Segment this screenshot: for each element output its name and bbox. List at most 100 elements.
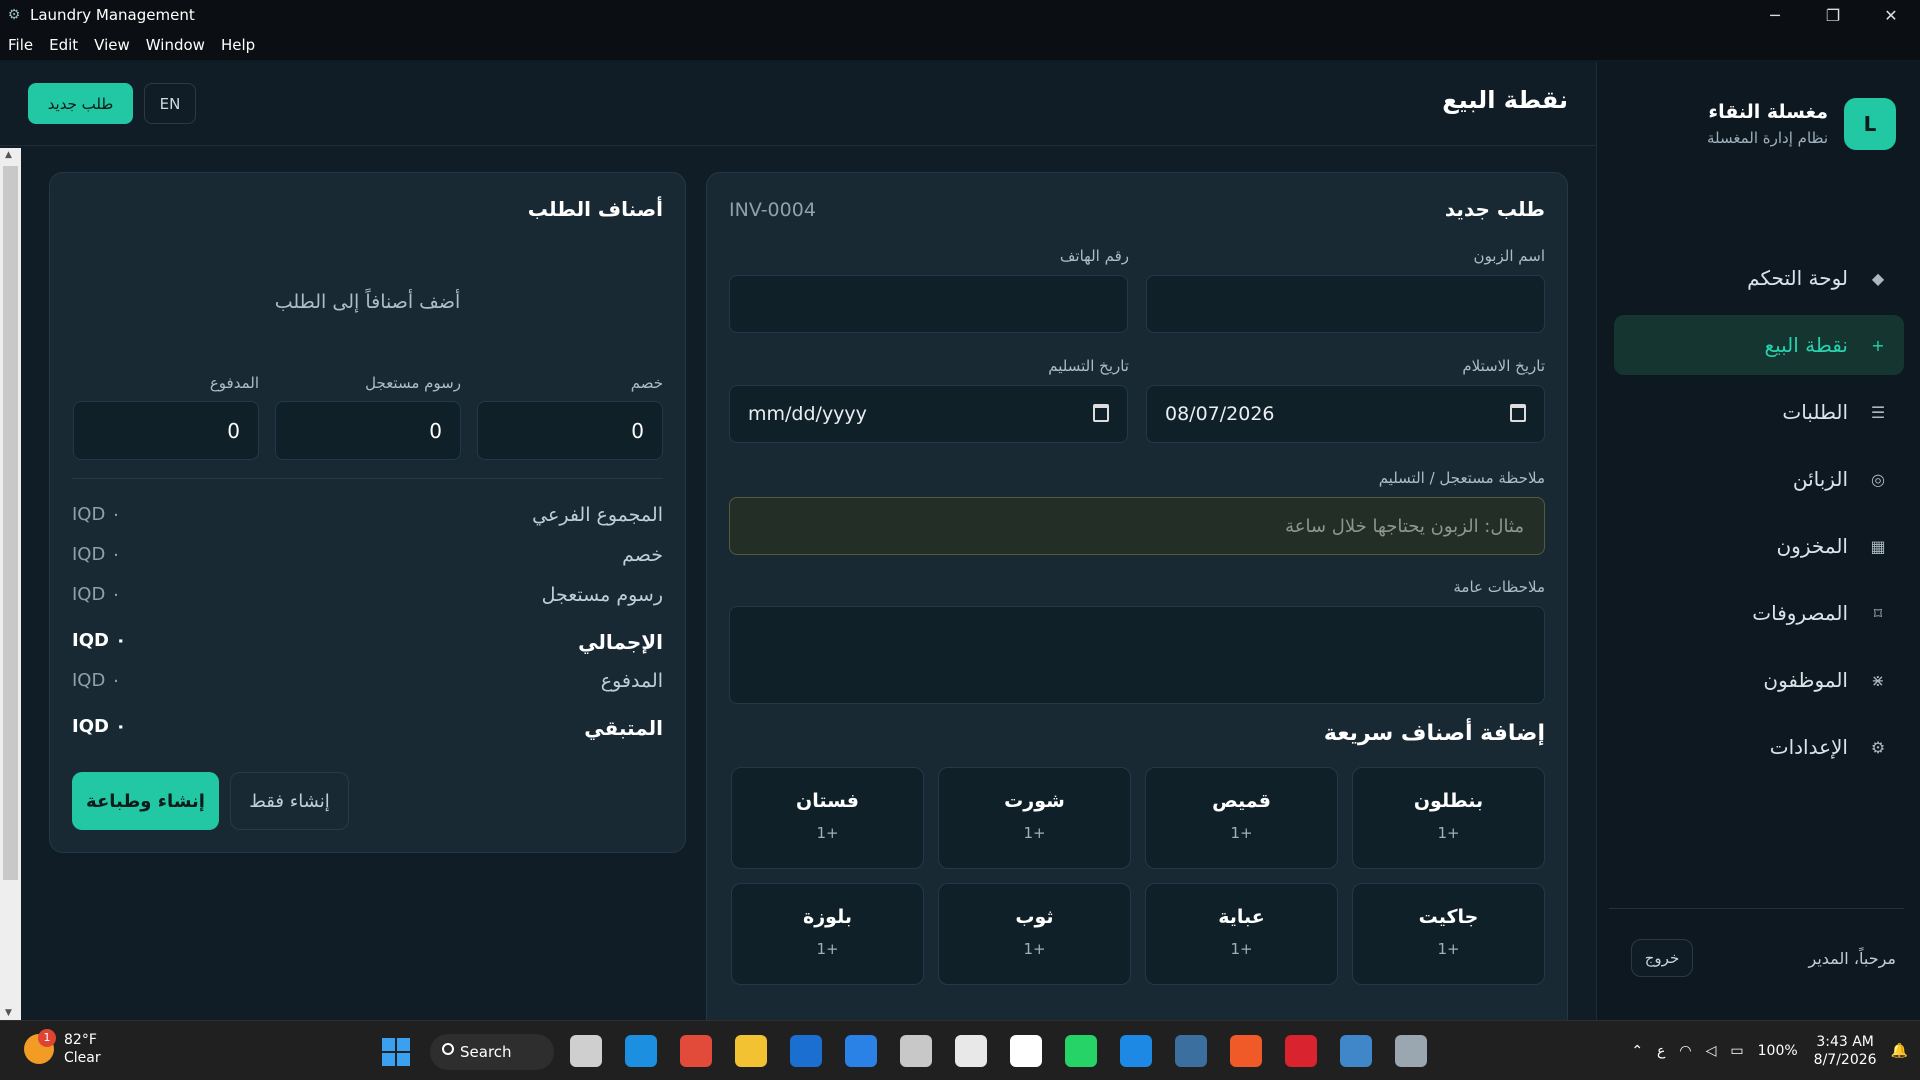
taskbar-app-icon[interactable] <box>1230 1035 1262 1067</box>
quick-item-button[interactable]: بلوزة 1+ <box>731 883 924 985</box>
taskbar-app-icon[interactable] <box>1175 1035 1207 1067</box>
sidebar-nav: ◆ لوحة التحكم + نقطة البيع ☰ الطلبات ◎ الزبائن ▦… <box>1614 248 1904 784</box>
menu-window[interactable]: Window <box>138 36 213 54</box>
create-only-button[interactable]: إنشاء فقط <box>230 772 349 830</box>
calendar-icon[interactable] <box>1510 404 1526 422</box>
received-date-input[interactable]: 08/07/2026 <box>1146 385 1545 443</box>
received-date-label: تاريخ الاستلام <box>1462 357 1545 375</box>
taskbar-app-icon[interactable] <box>955 1035 987 1067</box>
logout-button[interactable]: خروج <box>1631 939 1693 977</box>
taskbar-app-icon[interactable] <box>680 1035 712 1067</box>
chevron-up-icon[interactable]: ⌃ <box>1631 1043 1643 1059</box>
taskbar-search-label: Search <box>460 1043 512 1061</box>
taskbar-app-icon[interactable] <box>900 1035 932 1067</box>
paid-input[interactable]: 0 <box>73 401 259 460</box>
language-indicator[interactable]: ع <box>1657 1043 1665 1059</box>
quick-item-button[interactable]: فستان 1+ <box>731 767 924 869</box>
clock[interactable]: 3:43 AM 8/7/2026 <box>1814 1033 1877 1069</box>
wifi-icon[interactable]: ◠ <box>1679 1043 1691 1059</box>
battery-icon[interactable]: ▭ <box>1730 1043 1743 1059</box>
system-tray: ⌃ ع ◠ ◁ ▭ 100% 3:43 AM 8/7/2026 🔔 <box>1617 1021 1908 1080</box>
taskbar-app-icon[interactable] <box>1285 1035 1317 1067</box>
taskbar-app-icon[interactable] <box>625 1035 657 1067</box>
sidebar-item-0[interactable]: ◆ لوحة التحكم <box>1614 248 1904 308</box>
sidebar-item-2[interactable]: ☰ الطلبات <box>1614 382 1904 442</box>
restore-button[interactable]: ❐ <box>1804 0 1862 30</box>
scrollbar-thumb[interactable] <box>3 166 18 880</box>
phone-label: رقم الهاتف <box>1059 247 1129 265</box>
scroll-up-icon[interactable]: ▲ <box>5 150 12 160</box>
weather-condition: Clear <box>64 1050 101 1066</box>
taskbar-app-icon[interactable] <box>1010 1035 1042 1067</box>
quick-add-title: إضافة أصناف سريعة <box>1323 721 1545 746</box>
urgent-note-label: ملاحظة مستعجل / التسليم <box>1378 469 1545 487</box>
sidebar-item-3[interactable]: ◎ الزبائن <box>1614 449 1904 509</box>
taskbar-search[interactable]: Search <box>430 1034 554 1070</box>
language-toggle-button[interactable]: EN <box>144 83 196 124</box>
weather-widget[interactable]: 1 82°F Clear <box>24 1029 101 1067</box>
summary-label: المجموع الفرعي <box>532 504 663 526</box>
calendar-icon[interactable] <box>1093 404 1109 422</box>
sidebar-item-6[interactable]: ⋇ الموظفون <box>1614 650 1904 710</box>
taskbar-app-icon[interactable] <box>1340 1035 1372 1067</box>
taskbar-app-icon[interactable] <box>570 1035 602 1067</box>
delivery-date-input[interactable]: mm/dd/yyyy <box>729 385 1128 443</box>
welcome-text: مرحباً، المدير <box>1808 949 1897 968</box>
employees-icon: ⋇ <box>1871 670 1885 690</box>
quick-item-button[interactable]: جاكيت 1+ <box>1352 883 1545 985</box>
taskbar-app-icon[interactable] <box>845 1035 877 1067</box>
settings-icon: ⚙ <box>1870 737 1886 757</box>
summary-value: IQD ٠ <box>72 504 121 525</box>
create-and-print-button[interactable]: إنشاء وطباعة <box>72 772 219 830</box>
notification-bell-icon[interactable]: 🔔 <box>1891 1043 1908 1059</box>
plus-icon: + <box>1871 335 1885 355</box>
discount-label: خصم <box>630 374 663 392</box>
weather-temp: 82°F <box>64 1032 97 1048</box>
quick-item-increment: 1+ <box>816 824 839 842</box>
taskbar-app-icon[interactable] <box>1395 1035 1427 1067</box>
sidebar-item-7[interactable]: ⚙ الإعدادات <box>1614 717 1904 777</box>
new-order-card: طلب جديد INV-0004 اسم الزبون رقم الهاتف … <box>706 172 1568 1032</box>
discount-input[interactable]: 0 <box>477 401 663 460</box>
quick-item-button[interactable]: بنطلون 1+ <box>1352 767 1545 869</box>
customer-name-input[interactable] <box>1146 275 1545 333</box>
taskbar-app-icon[interactable] <box>1120 1035 1152 1067</box>
sidebar-item-4[interactable]: ▦ المخزون <box>1614 516 1904 576</box>
vertical-scrollbar[interactable]: ▲ ▼ <box>0 148 21 1020</box>
clock-time: 3:43 AM <box>1816 1034 1874 1050</box>
sidebar-item-5[interactable]: ⌑ المصروفات <box>1614 583 1904 643</box>
start-button-icon[interactable] <box>382 1038 410 1066</box>
paid-value: 0 <box>227 419 240 443</box>
volume-icon[interactable]: ◁ <box>1706 1043 1717 1059</box>
quick-item-name: فستان <box>796 790 859 812</box>
phone-input[interactable] <box>729 275 1128 333</box>
general-notes-textarea[interactable] <box>729 606 1545 704</box>
quick-item-button[interactable]: قميص 1+ <box>1145 767 1338 869</box>
minimize-button[interactable]: ─ <box>1746 0 1804 30</box>
window-title: Laundry Management <box>30 6 195 24</box>
summary-value: IQD ٠ <box>72 716 127 737</box>
invoice-number: INV-0004 <box>729 199 816 221</box>
quick-item-button[interactable]: عباية 1+ <box>1145 883 1338 985</box>
quick-item-button[interactable]: ثوب 1+ <box>938 883 1131 985</box>
taskbar-app-icon[interactable] <box>790 1035 822 1067</box>
menu-edit[interactable]: Edit <box>41 36 86 54</box>
sidebar-item-label: الطلبات <box>1782 400 1848 424</box>
summary-label: المتبقي <box>584 716 663 740</box>
top-bar: نقطة البيع طلب جديد EN <box>0 62 1596 146</box>
discount-value: 0 <box>631 419 644 443</box>
menu-file[interactable]: File <box>0 36 41 54</box>
close-button[interactable]: ✕ <box>1862 0 1920 30</box>
quick-item-button[interactable]: شورت 1+ <box>938 767 1131 869</box>
sidebar-item-1[interactable]: + نقطة البيع <box>1614 315 1904 375</box>
urgent-note-input[interactable]: مثال: الزبون يحتاجها خلال ساعة <box>729 497 1545 555</box>
menu-help[interactable]: Help <box>213 36 263 54</box>
menu-view[interactable]: View <box>86 36 138 54</box>
taskbar-app-icon[interactable] <box>1065 1035 1097 1067</box>
new-order-button[interactable]: طلب جديد <box>28 83 133 124</box>
general-notes-label: ملاحظات عامة <box>1453 578 1545 596</box>
taskbar-app-icon[interactable] <box>735 1035 767 1067</box>
urgent-fee-input[interactable]: 0 <box>275 401 461 460</box>
scroll-down-icon[interactable]: ▼ <box>5 1008 12 1018</box>
summary-divider <box>72 478 663 479</box>
